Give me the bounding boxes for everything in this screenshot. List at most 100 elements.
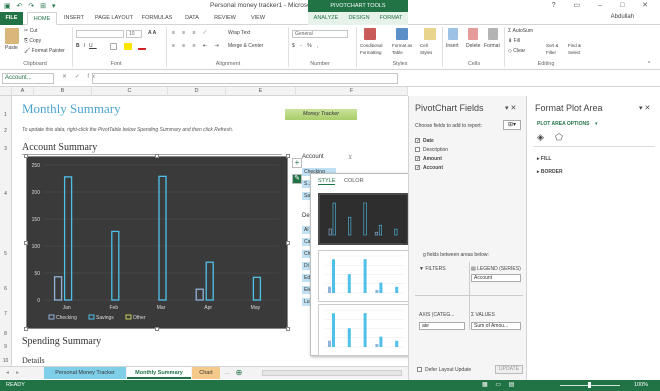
- sheet-tab-chart[interactable]: Chart: [192, 367, 220, 379]
- layout-options-icon[interactable]: ⊞▾: [503, 120, 521, 130]
- more-sheets-icon[interactable]: …: [222, 367, 232, 379]
- view-mode-icons[interactable]: ▦ ▭ ▤: [482, 381, 517, 388]
- tab-format[interactable]: FORMAT: [374, 12, 408, 25]
- cell-styles-button[interactable]: Cell Styles: [420, 42, 440, 56]
- tab-design[interactable]: DESIGN: [344, 12, 374, 25]
- chart-styles-button[interactable]: ✎: [292, 174, 302, 184]
- tab-data[interactable]: DATA: [178, 12, 206, 25]
- tab-file[interactable]: FILE: [0, 12, 23, 25]
- format-as-table-icon[interactable]: [396, 28, 408, 40]
- add-sheet-icon[interactable]: ⊕: [234, 367, 244, 379]
- tab-view[interactable]: VIEW: [244, 12, 272, 25]
- field-checkbox-amount[interactable]: ✓: [415, 156, 420, 162]
- sheet-nav-arrows[interactable]: ◂ ▸: [2, 367, 26, 379]
- tab-page-layout[interactable]: PAGE LAYOUT: [92, 12, 136, 25]
- quick-access-toolbar[interactable]: ▣ ↶ ↷ ⊞ ▾: [4, 2, 58, 10]
- font-color-icon[interactable]: [138, 43, 146, 50]
- row-header[interactable]: 2: [0, 128, 11, 134]
- format-cells-icon[interactable]: [488, 28, 498, 40]
- column-header[interactable]: B: [34, 87, 92, 96]
- row-header[interactable]: 7: [0, 311, 11, 317]
- column-header[interactable]: D: [168, 87, 226, 96]
- tab-home[interactable]: HOME: [27, 12, 57, 25]
- slicer-item[interactable]: Al: [302, 226, 310, 234]
- column-header[interactable]: A: [12, 87, 34, 96]
- resize-handle[interactable]: [286, 327, 290, 331]
- bold-italic-underline[interactable]: BIU: [76, 43, 97, 50]
- insert-cells-icon[interactable]: [448, 28, 458, 40]
- paste-icon[interactable]: [5, 28, 19, 44]
- font-grow-icon[interactable]: A A: [148, 30, 156, 37]
- row-header[interactable]: 10: [0, 358, 11, 364]
- resize-handle[interactable]: [286, 154, 290, 158]
- fill-button[interactable]: ⬇ Fill: [508, 38, 520, 45]
- resize-handle[interactable]: [286, 241, 290, 245]
- horizontal-scrollbar[interactable]: [262, 370, 402, 376]
- column-header[interactable]: E: [226, 87, 296, 96]
- user-name[interactable]: Abdullah: [611, 14, 634, 20]
- chart-elements-button[interactable]: +: [292, 158, 302, 168]
- border-icon[interactable]: [110, 43, 117, 50]
- collapse-ribbon-icon[interactable]: ^: [648, 61, 650, 68]
- slicer-item[interactable]: Lu: [302, 298, 310, 306]
- resize-handle[interactable]: [155, 154, 159, 158]
- field-checkbox-account[interactable]: ✓: [415, 165, 420, 171]
- resize-handle[interactable]: [24, 327, 28, 331]
- number-format-select[interactable]: General: [292, 30, 348, 38]
- merge-center-button[interactable]: Merge & Center: [228, 43, 263, 50]
- slicer-item[interactable]: Ca: [302, 238, 310, 246]
- chart-style-thumbnail-selected[interactable]: [318, 193, 409, 245]
- legend-field-dropdown[interactable]: Account: [471, 274, 521, 282]
- field-checkbox-description[interactable]: [415, 147, 420, 152]
- row-header[interactable]: 1: [0, 112, 11, 118]
- delete-button[interactable]: Delete: [466, 43, 480, 50]
- pane-options-icon[interactable]: ▾ ✕: [505, 104, 516, 112]
- field-checkbox-date[interactable]: ✓: [415, 138, 420, 144]
- resize-handle[interactable]: [155, 327, 159, 331]
- row-header[interactable]: 5: [0, 251, 11, 257]
- column-header[interactable]: F: [296, 87, 408, 96]
- chart-style-thumbnail[interactable]: [318, 250, 409, 302]
- slicer-item[interactable]: Ed: [302, 274, 310, 282]
- row-header[interactable]: 6: [0, 286, 11, 292]
- font-name-select[interactable]: [76, 30, 124, 38]
- find-select-button[interactable]: Find & Select: [568, 42, 590, 56]
- sheet-tab-monthly-summary[interactable]: Monthly Summary: [127, 367, 191, 379]
- insert-button[interactable]: Insert: [446, 43, 459, 50]
- delete-cells-icon[interactable]: [468, 28, 478, 40]
- autosum-button[interactable]: Σ AutoSum: [508, 28, 533, 35]
- values-field-dropdown[interactable]: Sum of Amou...: [471, 322, 521, 330]
- chevron-down-icon[interactable]: ▾: [595, 121, 598, 127]
- conditional-formatting-icon[interactable]: [364, 28, 376, 40]
- copy-button[interactable]: ⎘ Copy: [24, 38, 41, 45]
- conditional-formatting-button[interactable]: Conditional Formatting: [360, 42, 390, 56]
- cut-button[interactable]: ✂ Cut: [24, 28, 37, 35]
- fill-line-icon[interactable]: ◈: [537, 132, 544, 143]
- axis-field-dropdown[interactable]: ate: [419, 322, 465, 330]
- chart-style-gallery[interactable]: STYLE COLOR: [310, 173, 417, 356]
- formula-input[interactable]: [92, 73, 398, 84]
- slicer-item[interactable]: Di: [302, 262, 310, 270]
- pivot-chart[interactable]: 0 50 100 150 200 250 Jan Feb Mar Apr May Checking Sa…: [26, 156, 288, 329]
- fill-color-icon[interactable]: [124, 43, 132, 50]
- window-controls[interactable]: ? ▭ – □ ✕: [552, 1, 656, 9]
- clear-filter-icon[interactable]: ⊻: [348, 154, 352, 161]
- tab-formulas[interactable]: FORMULAS: [138, 12, 176, 25]
- align-left-icons[interactable]: ≡ ≡ ≡ ⇤ ⇥: [172, 43, 222, 50]
- tab-style[interactable]: STYLE: [318, 178, 336, 185]
- sheet-tab-personal-money-tracker[interactable]: Personal Money Tracker: [44, 367, 126, 379]
- fill-section[interactable]: ▸ FILL: [537, 156, 551, 162]
- zoom-slider-thumb[interactable]: [588, 382, 591, 388]
- sort-filter-button[interactable]: Sort & Filter: [546, 42, 566, 56]
- effects-icon[interactable]: ⬠: [555, 132, 563, 143]
- align-top-icons[interactable]: ≡ ≡ ≡ ⟋: [172, 30, 209, 37]
- row-header[interactable]: 8: [0, 331, 11, 337]
- slicer-item[interactable]: Ch: [302, 250, 310, 258]
- chart-style-thumbnail[interactable]: [318, 304, 409, 356]
- border-section[interactable]: ▸ BORDER: [537, 169, 563, 175]
- column-header[interactable]: C: [92, 87, 168, 96]
- paste-button[interactable]: Paste: [5, 45, 18, 52]
- tab-review[interactable]: REVIEW: [208, 12, 242, 25]
- pane-options-icon[interactable]: ▾ ✕: [639, 104, 650, 112]
- slicer-item[interactable]: Ele: [302, 286, 311, 294]
